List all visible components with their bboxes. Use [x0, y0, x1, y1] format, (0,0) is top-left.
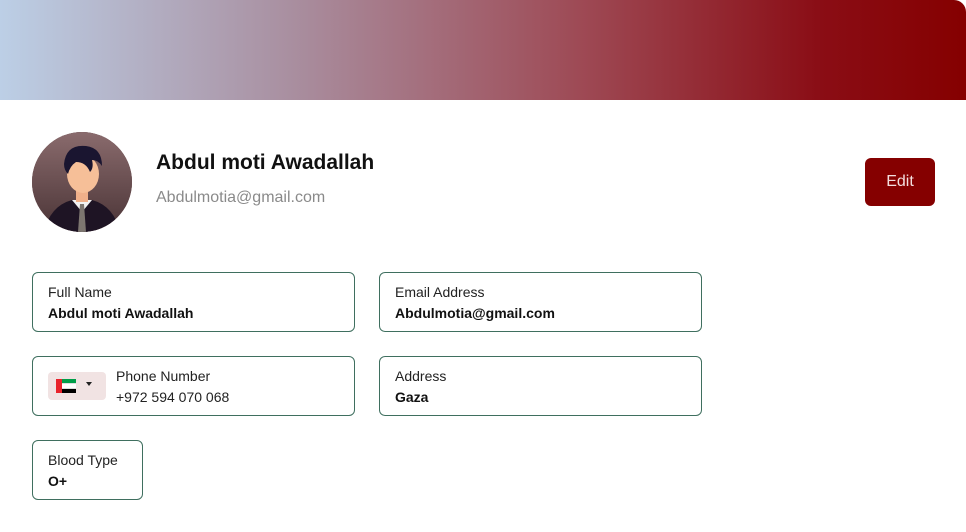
profile-email: Abdulmotia@gmail.com	[156, 189, 326, 206]
phone-value: +972 594 070 068	[116, 389, 230, 405]
email-field[interactable]: Email Address Abdulmotia@gmail.com	[379, 272, 702, 332]
blood-type-label: Blood Type	[48, 452, 118, 468]
country-code-select[interactable]	[48, 372, 106, 400]
full-name-label: Full Name	[48, 284, 112, 300]
email-value: Abdulmotia@gmail.com	[395, 305, 555, 321]
phone-label: Phone Number	[116, 368, 211, 384]
address-label: Address	[395, 368, 447, 384]
uae-flag-icon	[56, 379, 76, 393]
profile-banner	[0, 0, 966, 100]
address-field[interactable]: Address Gaza	[379, 356, 702, 416]
email-label: Email Address	[395, 284, 485, 300]
blood-type-field[interactable]: Blood Type O+	[32, 440, 143, 500]
address-value: Gaza	[395, 389, 429, 405]
full-name-value: Abdul moti Awadallah	[48, 305, 194, 321]
chevron-down-icon	[86, 382, 92, 386]
edit-button[interactable]: Edit	[865, 158, 935, 206]
profile-name: Abdul moti Awadallah	[156, 151, 375, 174]
avatar	[32, 132, 132, 232]
phone-field[interactable]: Phone Number +972 594 070 068	[32, 356, 355, 416]
blood-type-value: O+	[48, 473, 68, 489]
full-name-field[interactable]: Full Name Abdul moti Awadallah	[32, 272, 355, 332]
